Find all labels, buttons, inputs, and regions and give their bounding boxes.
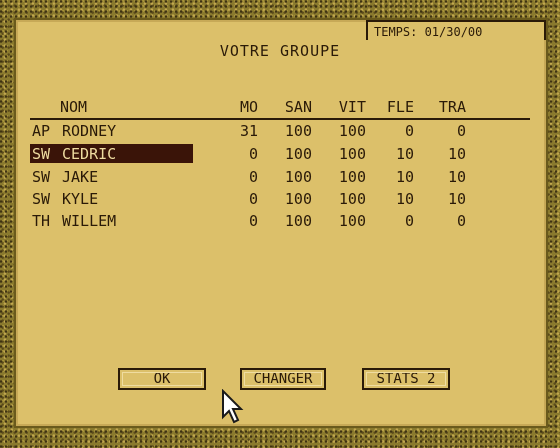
row-vit: 100 bbox=[338, 168, 366, 186]
row-tra: 0 bbox=[456, 122, 466, 140]
row-mo: 0 bbox=[248, 168, 258, 186]
row-vit: 100 bbox=[338, 145, 366, 163]
col-header-fle: FLE bbox=[386, 98, 414, 116]
row-vit: 100 bbox=[338, 190, 366, 208]
row-tra: 10 bbox=[447, 190, 466, 208]
row-role: TH bbox=[32, 212, 51, 230]
row-tra: 10 bbox=[447, 145, 466, 163]
row-san: 100 bbox=[284, 212, 312, 230]
col-header-san: SAN bbox=[284, 98, 312, 116]
row-fle: 0 bbox=[404, 212, 414, 230]
row-fle: 10 bbox=[395, 190, 414, 208]
row-name: JAKE bbox=[62, 168, 99, 186]
stats-button[interactable]: STATS 2 bbox=[362, 368, 450, 390]
ok-button[interactable]: OK bbox=[118, 368, 206, 390]
row-mo: 31 bbox=[239, 122, 258, 140]
row-vit: 100 bbox=[338, 212, 366, 230]
row-name: CEDRIC bbox=[62, 145, 117, 163]
row-fle: 10 bbox=[395, 168, 414, 186]
time-tab: TEMPS: 01/30/00 bbox=[366, 20, 546, 40]
row-san: 100 bbox=[284, 145, 312, 163]
row-vit: 100 bbox=[338, 122, 366, 140]
row-san: 100 bbox=[284, 122, 312, 140]
row-role: SW bbox=[32, 168, 51, 186]
col-header-tra: TRA bbox=[438, 98, 466, 116]
row-role: AP bbox=[32, 122, 51, 140]
panel-title: VOTRE GROUPE bbox=[219, 42, 341, 60]
row-role: SW bbox=[32, 190, 51, 208]
row-name: RODNEY bbox=[62, 122, 117, 140]
row-tra: 0 bbox=[456, 212, 466, 230]
row-name: WILLEM bbox=[62, 212, 117, 230]
col-header-name: NOM bbox=[60, 98, 88, 116]
row-fle: 10 bbox=[395, 145, 414, 163]
row-san: 100 bbox=[284, 168, 312, 186]
mouse-pointer-icon bbox=[222, 389, 244, 424]
col-header-mo: MO bbox=[239, 98, 258, 116]
row-fle: 0 bbox=[404, 122, 414, 140]
row-mo: 0 bbox=[248, 212, 258, 230]
col-header-vit: VIT bbox=[338, 98, 366, 116]
row-mo: 0 bbox=[248, 145, 258, 163]
row-san: 100 bbox=[284, 190, 312, 208]
changer-button[interactable]: CHANGER bbox=[240, 368, 326, 390]
header-divider bbox=[30, 118, 530, 120]
row-mo: 0 bbox=[248, 190, 258, 208]
row-tra: 10 bbox=[447, 168, 466, 186]
row-role: SW bbox=[32, 145, 51, 163]
row-name: KYLE bbox=[62, 190, 99, 208]
